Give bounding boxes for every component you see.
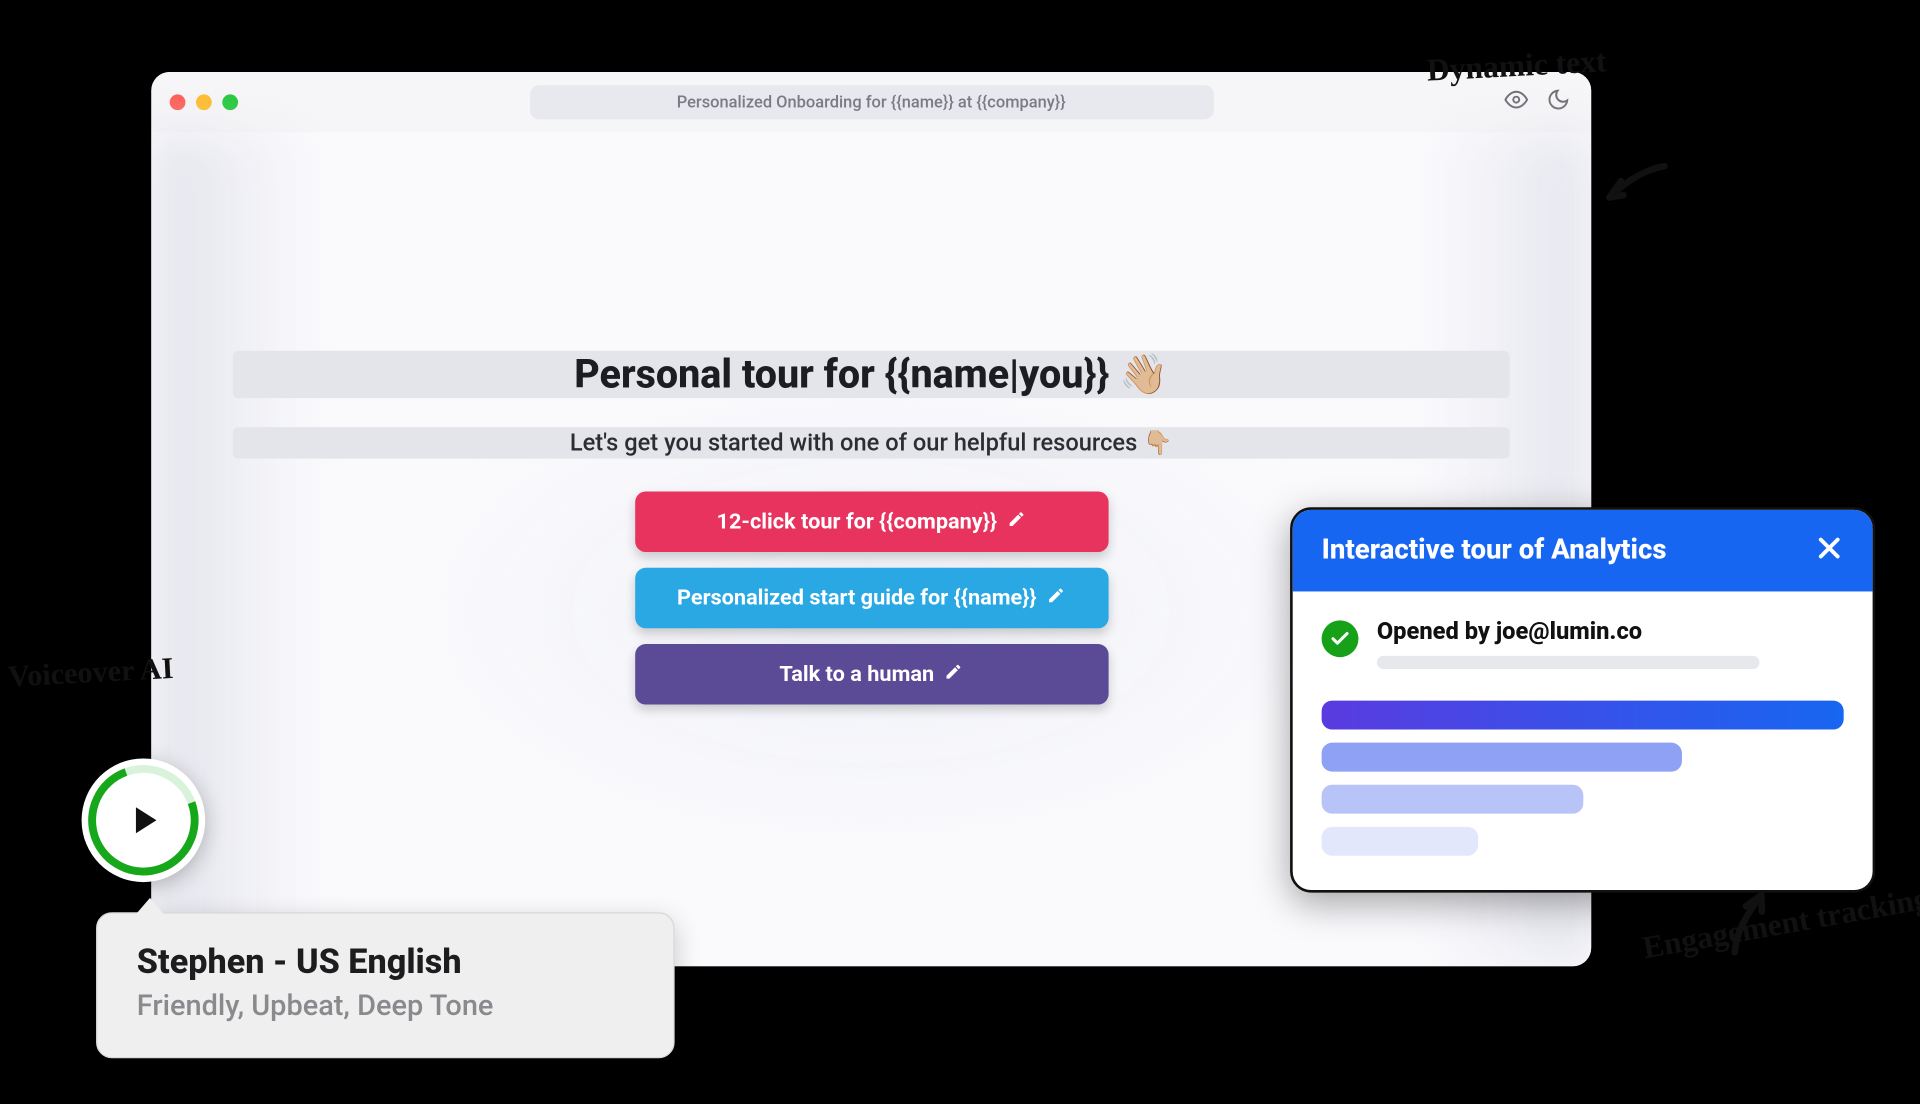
analytics-card: Interactive tour of Analytics Opened by … — [1290, 507, 1875, 892]
minimize-window-button[interactable] — [196, 94, 212, 110]
cta-human-label: Talk to a human — [779, 662, 934, 687]
bar-1 — [1322, 701, 1844, 730]
address-bar[interactable]: Personalized Onboarding for {{name}} at … — [529, 85, 1213, 119]
bar-4 — [1322, 827, 1479, 856]
preview-icon[interactable] — [1504, 88, 1528, 117]
voice-name: Stephen - US English — [137, 943, 634, 982]
window-controls — [170, 94, 238, 110]
cta-human-button[interactable]: Talk to a human — [635, 644, 1108, 704]
voiceover-tooltip: Stephen - US English Friendly, Upbeat, D… — [96, 912, 675, 1058]
titlebar: Personalized Onboarding for {{name}} at … — [151, 72, 1591, 132]
close-icon[interactable] — [1815, 534, 1844, 568]
dark-mode-icon[interactable] — [1546, 88, 1570, 117]
edit-icon — [1008, 509, 1026, 534]
play-voiceover-button[interactable] — [82, 758, 206, 882]
play-icon — [121, 798, 166, 843]
subheadline-field[interactable]: Let's get you started with one of our he… — [233, 427, 1510, 459]
edit-icon — [945, 662, 963, 687]
placeholder-line — [1377, 656, 1760, 669]
cta-guide-label: Personalized start guide for {{name}} — [677, 586, 1037, 611]
subheadline-text: Let's get you started with one of our he… — [570, 429, 1173, 457]
headline-field[interactable]: Personal tour for {{name|you}} 👋🏼 — [233, 351, 1510, 398]
analytics-header: Interactive tour of Analytics — [1293, 510, 1873, 592]
cta-guide-button[interactable]: Personalized start guide for {{name}} — [635, 568, 1108, 628]
headline-text: Personal tour for {{name|you}} 👋🏼 — [574, 351, 1168, 397]
cta-tour-label: 12-click tour for {{company}} — [716, 509, 997, 534]
analytics-bars — [1322, 701, 1844, 856]
opened-by-text: Opened by joe@lumin.co — [1377, 618, 1844, 646]
voice-description: Friendly, Upbeat, Deep Tone — [137, 990, 634, 1023]
edit-icon — [1047, 586, 1065, 611]
cta-tour-button[interactable]: 12-click tour for {{company}} — [635, 492, 1108, 552]
close-window-button[interactable] — [170, 94, 186, 110]
arrow-icon — [1586, 137, 1681, 236]
bar-2 — [1322, 743, 1682, 772]
annotation-voiceover-ai: Voiceover AI — [7, 652, 174, 694]
analytics-title: Interactive tour of Analytics — [1322, 535, 1667, 567]
maximize-window-button[interactable] — [222, 94, 238, 110]
check-icon — [1322, 620, 1359, 657]
bar-3 — [1322, 785, 1583, 814]
address-bar-text: Personalized Onboarding for {{name}} at … — [677, 92, 1066, 112]
